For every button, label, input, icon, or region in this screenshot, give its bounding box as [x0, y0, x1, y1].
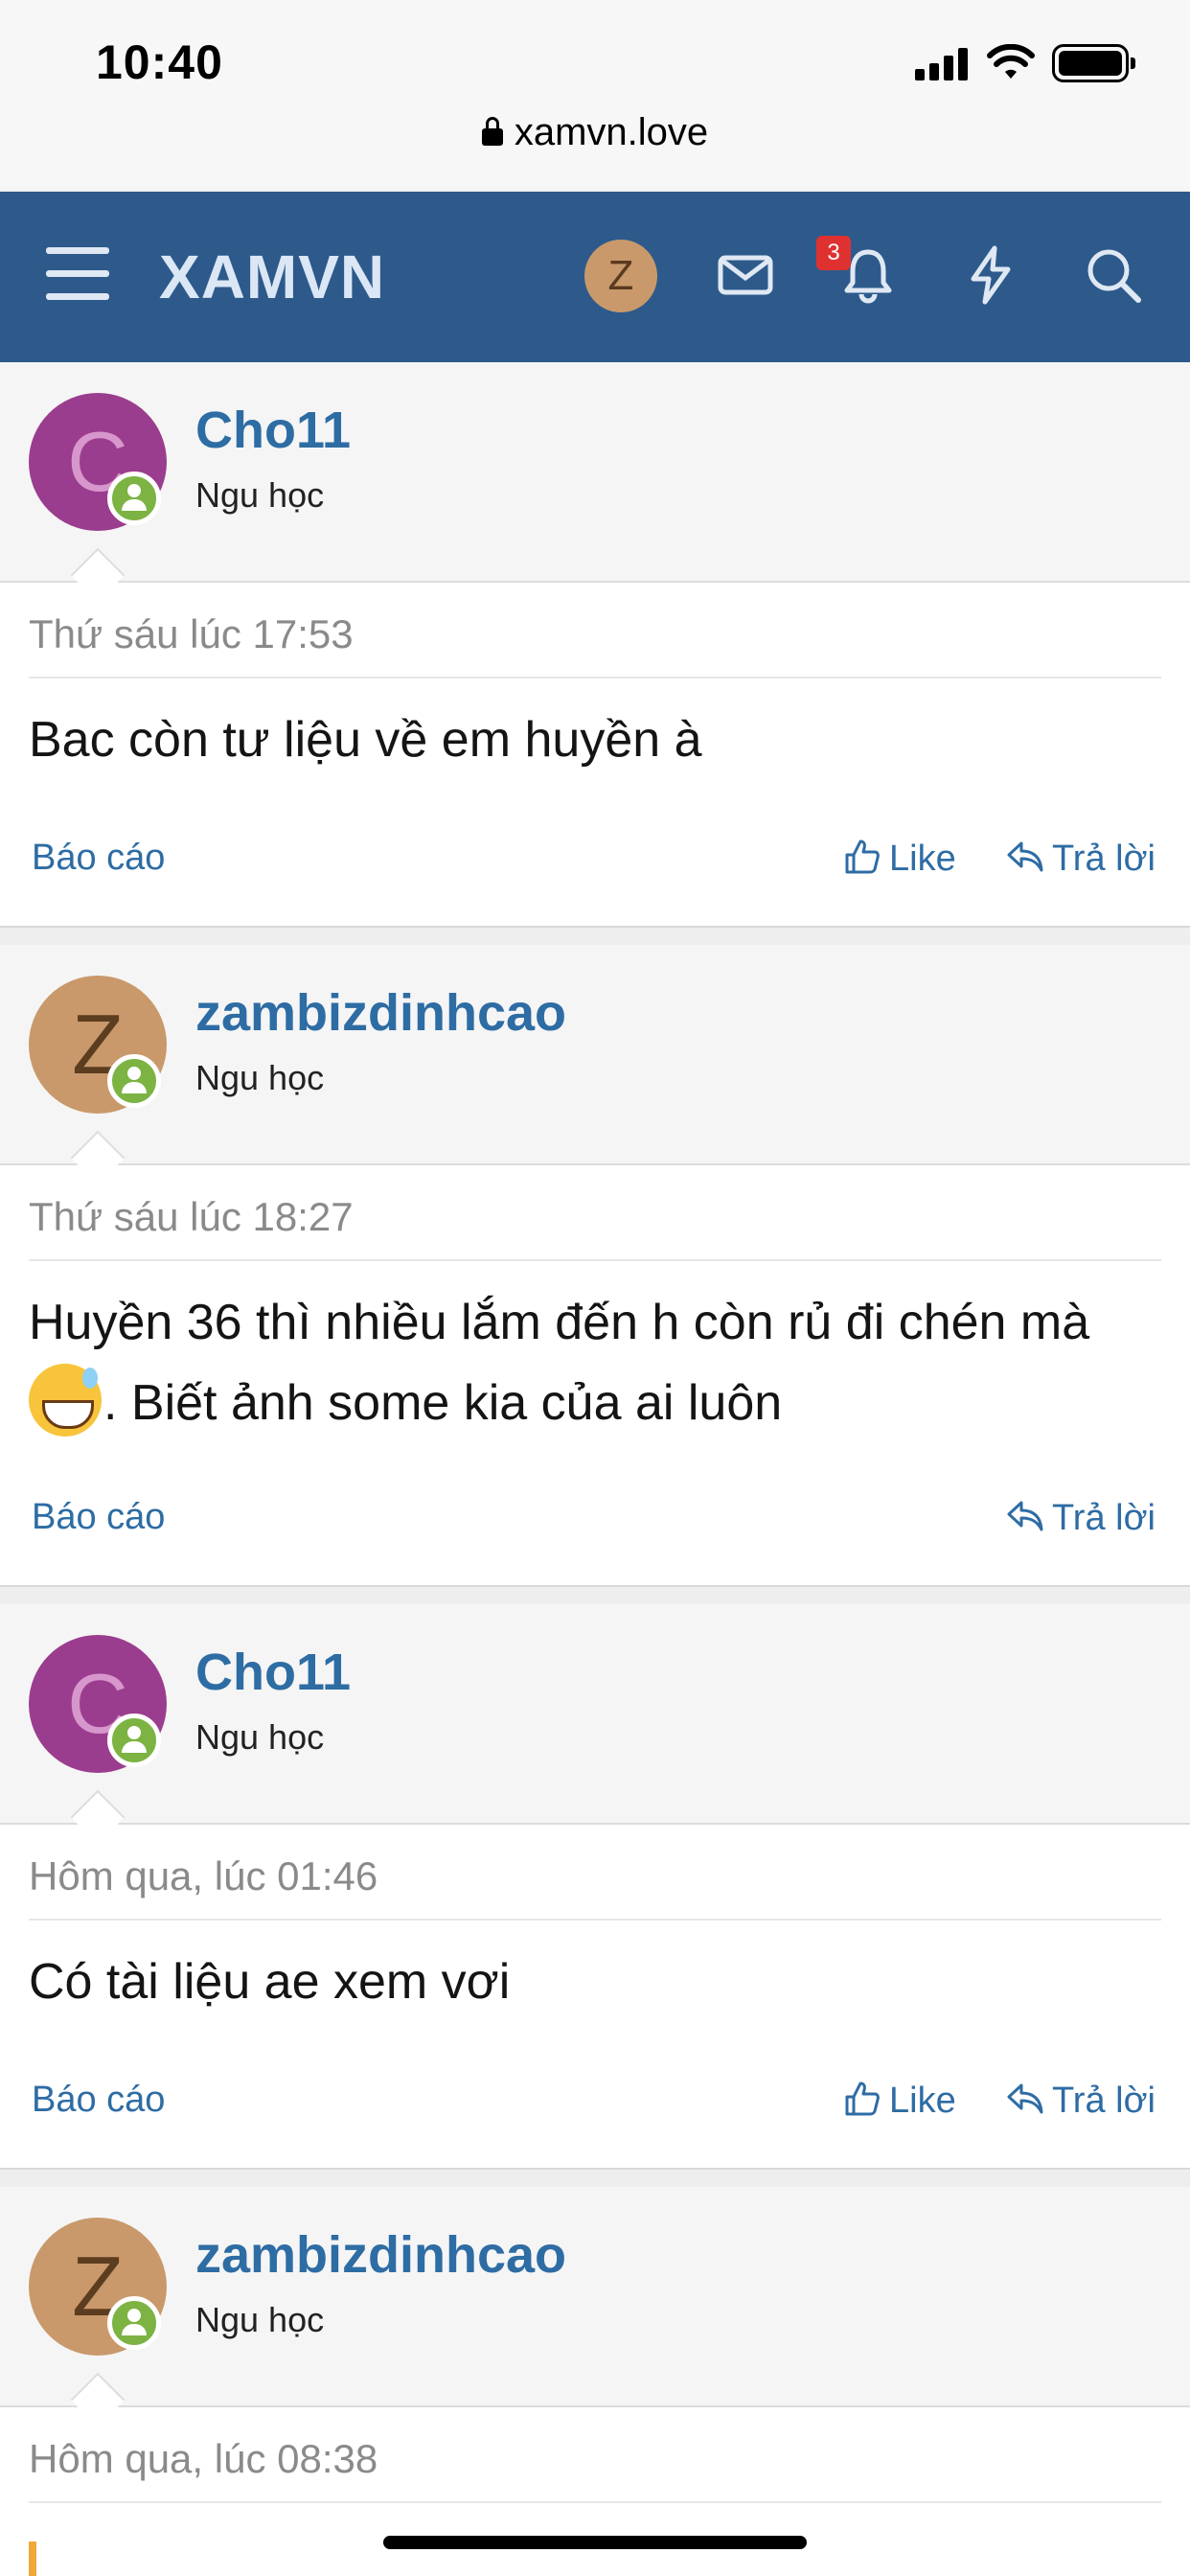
post-date[interactable]: Thứ sáu lúc 17:53 — [29, 611, 354, 657]
online-status-icon — [107, 2296, 161, 2350]
user-title: Ngu học — [195, 2300, 325, 2339]
post-date[interactable]: Hôm qua, lúc 08:38 — [29, 2436, 378, 2482]
report-button[interactable]: Báo cáo — [32, 2080, 165, 2121]
reply-label: Trả lời — [1052, 1498, 1156, 1538]
divider — [29, 1259, 1161, 1261]
online-status-icon — [107, 472, 161, 525]
header-pointer — [70, 1789, 126, 1845]
username[interactable]: zambizdinhcao — [195, 2225, 566, 2285]
grinning-sweat-emoji-icon — [29, 1364, 102, 1437]
username[interactable]: Cho11 — [195, 1643, 351, 1702]
reply-button[interactable]: Trả lời — [1006, 2080, 1156, 2122]
divider — [29, 2501, 1161, 2503]
post-actions: Báo cáo Like Trả lời — [0, 838, 1190, 895]
lock-icon — [481, 117, 503, 146]
header-pointer — [70, 547, 126, 603]
like-button[interactable]: Like — [843, 838, 956, 880]
reply-button[interactable]: Trả lời — [1006, 1497, 1156, 1539]
wifi-icon — [987, 44, 1035, 79]
hamburger-icon[interactable] — [46, 247, 109, 301]
reply-icon — [1007, 841, 1043, 872]
username[interactable]: Cho11 — [195, 401, 351, 460]
reply-icon — [1007, 1501, 1043, 1531]
post-header: C Cho11 Ngu học — [0, 1604, 1190, 1845]
site-logo[interactable]: XAMVN — [159, 242, 385, 312]
post-date[interactable]: Hôm qua, lúc 01:46 — [29, 1853, 378, 1899]
like-label: Like — [889, 839, 956, 879]
post-item: Z zambizdinhcao Ngu học Hôm qua, lúc 08:… — [0, 2187, 1190, 2576]
report-button[interactable]: Báo cáo — [32, 838, 165, 879]
post-item: C Cho11 Ngu học Thứ sáu lúc 17:53 Bac cò… — [0, 362, 1190, 926]
reply-button[interactable]: Trả lời — [1006, 838, 1156, 880]
user-title: Ngu học — [195, 1058, 325, 1097]
reply-icon — [1007, 2083, 1043, 2114]
post-header: Z zambizdinhcao Ngu học — [0, 945, 1190, 1185]
post-body: Có tài liệu ae xem vơi — [29, 1954, 511, 2010]
post-separator — [0, 1585, 1190, 1606]
home-indicator[interactable] — [383, 2536, 807, 2549]
post-actions: Báo cáo Like Trả lời — [0, 2080, 1190, 2137]
reply-label: Trả lời — [1052, 2081, 1156, 2121]
signal-icon — [915, 48, 969, 80]
report-button[interactable]: Báo cáo — [32, 1497, 165, 1538]
post-item: Z zambizdinhcao Ngu học Thứ sáu lúc 18:2… — [0, 945, 1190, 1585]
username[interactable]: zambizdinhcao — [195, 983, 566, 1043]
post-separator — [0, 926, 1190, 947]
user-title: Ngu học — [195, 475, 325, 515]
post-actions: Báo cáo Trả lời — [0, 1497, 1190, 1554]
lightning-icon[interactable] — [960, 244, 1021, 306]
quote-block-edge — [29, 2542, 36, 2576]
notification-badge: 3 — [816, 236, 851, 270]
post-body: Huyền 36 thì nhiều lắm đến h còn rủ đi c… — [29, 1282, 1161, 1443]
like-button[interactable]: Like — [843, 2080, 956, 2122]
post-body: Bac còn tư liệu về em huyền à — [29, 712, 702, 768]
online-status-icon — [107, 1714, 161, 1767]
post-header: C Cho11 Ngu học — [0, 362, 1190, 603]
post-item: C Cho11 Ngu học Hôm qua, lúc 01:46 Có tà… — [0, 1604, 1190, 2168]
url-bar[interactable]: xamvn.love — [0, 111, 1190, 154]
post-date[interactable]: Thứ sáu lúc 18:27 — [29, 1194, 354, 1240]
post-separator — [0, 2168, 1190, 2189]
battery-icon — [1052, 44, 1135, 82]
post-body-text: Huyền 36 thì nhiều lắm đến h còn rủ đi c… — [29, 1295, 1090, 1350]
url-text: xamvn.love — [514, 111, 709, 153]
status-time: 10:40 — [96, 35, 223, 89]
thumbs-up-icon — [845, 2082, 880, 2116]
mail-icon[interactable] — [715, 244, 776, 306]
top-nav: XAMVN Z — [0, 192, 1190, 362]
user-avatar[interactable]: Z — [584, 240, 657, 312]
online-status-icon — [107, 1054, 161, 1108]
post-header: Z zambizdinhcao Ngu học — [0, 2187, 1190, 2427]
like-label: Like — [889, 2081, 956, 2121]
post-body-text: . Biết ảnh some kia của ai luôn — [103, 1375, 783, 1431]
thumbs-up-icon — [845, 840, 880, 874]
divider — [29, 1919, 1161, 1920]
divider — [29, 677, 1161, 678]
header-pointer — [70, 2372, 126, 2427]
status-bar: 10:40 xamvn.love — [0, 0, 1190, 192]
search-icon[interactable] — [1083, 244, 1144, 306]
user-title: Ngu học — [195, 1717, 325, 1757]
header-pointer — [70, 1130, 126, 1185]
reply-label: Trả lời — [1052, 839, 1156, 879]
